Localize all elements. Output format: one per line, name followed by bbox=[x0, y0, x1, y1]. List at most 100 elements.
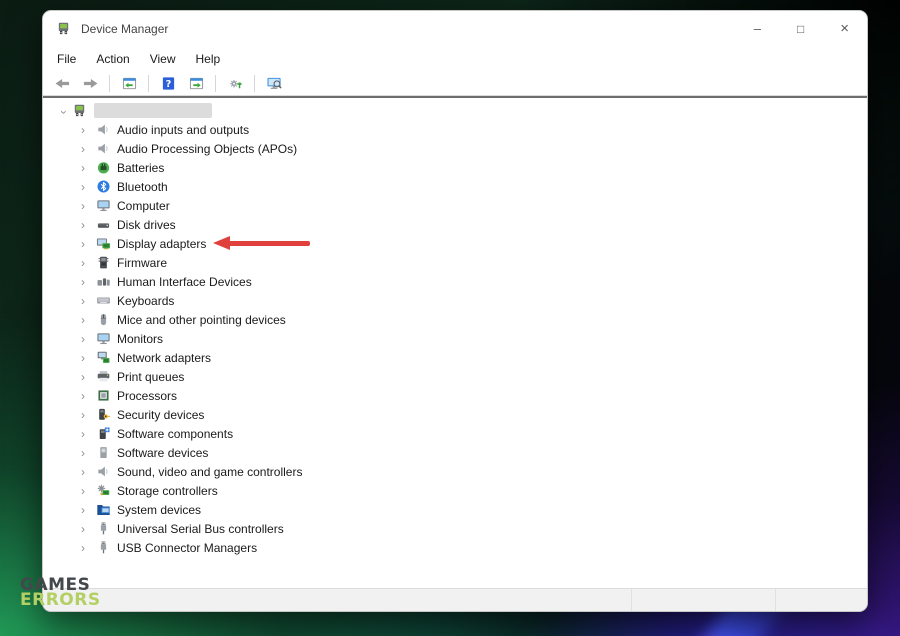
toolbar: ? bbox=[43, 71, 867, 95]
expand-chevron-icon[interactable]: › bbox=[81, 295, 95, 307]
system-icon bbox=[95, 502, 111, 518]
tree-item-software-components[interactable]: › Software components bbox=[43, 424, 867, 443]
speaker-icon bbox=[95, 464, 111, 480]
security-icon bbox=[95, 407, 111, 423]
tree-item-label: System devices bbox=[117, 502, 202, 517]
tree-item-processors[interactable]: › Processors bbox=[43, 386, 867, 405]
expand-chevron-icon[interactable]: › bbox=[81, 314, 95, 326]
expand-chevron-icon[interactable]: › bbox=[81, 181, 95, 193]
tree-item-label: Universal Serial Bus controllers bbox=[117, 521, 284, 536]
scan-gear-button[interactable] bbox=[222, 73, 248, 94]
tree-item-system-devices[interactable]: › System devices bbox=[43, 500, 867, 519]
toolbar-separator bbox=[254, 74, 255, 92]
tree-item-print-queues[interactable]: › Print queues bbox=[43, 367, 867, 386]
properties-button[interactable] bbox=[183, 73, 209, 94]
expand-chevron-icon[interactable]: › bbox=[81, 504, 95, 516]
tree-item-label: Audio inputs and outputs bbox=[117, 122, 250, 137]
expand-chevron-icon[interactable]: › bbox=[81, 162, 95, 174]
network-icon bbox=[95, 350, 111, 366]
redacted-computer-name bbox=[94, 103, 212, 118]
back-button[interactable] bbox=[49, 73, 75, 94]
tree-item-network-adapters[interactable]: › Network adapters bbox=[43, 348, 867, 367]
tree-item-label: Computer bbox=[117, 198, 170, 213]
device-tree: › › Audio inputs and outputs › Audio Proces… bbox=[43, 98, 867, 588]
tree-item-label: Print queues bbox=[117, 369, 185, 384]
collapse-chevron-icon[interactable]: › bbox=[57, 105, 71, 119]
tree-item-human-interface-devices[interactable]: › Human Interface Devices bbox=[43, 272, 867, 291]
toolbar-separator bbox=[109, 74, 110, 92]
firmware-icon bbox=[95, 255, 111, 271]
expand-chevron-icon[interactable]: › bbox=[81, 219, 95, 231]
tree-item-firmware[interactable]: › Firmware bbox=[43, 253, 867, 272]
maximize-button[interactable]: □ bbox=[797, 23, 804, 35]
expand-chevron-icon[interactable]: › bbox=[81, 143, 95, 155]
tree-item-label: Mice and other pointing devices bbox=[117, 312, 286, 327]
watermark: GAMES ERRORS bbox=[20, 577, 101, 609]
tree-item-label: Keyboards bbox=[117, 293, 175, 308]
tree-item-label: Software devices bbox=[117, 445, 209, 460]
usb-icon bbox=[95, 521, 111, 537]
window-title: Device Manager bbox=[81, 21, 169, 36]
expand-chevron-icon[interactable]: › bbox=[81, 542, 95, 554]
expand-chevron-icon[interactable]: › bbox=[81, 409, 95, 421]
expand-chevron-icon[interactable]: › bbox=[81, 466, 95, 478]
tree-item-bluetooth[interactable]: › Bluetooth bbox=[43, 177, 867, 196]
close-button[interactable]: × bbox=[840, 21, 849, 36]
tree-item-security-devices[interactable]: › Security devices bbox=[43, 405, 867, 424]
expand-chevron-icon[interactable]: › bbox=[81, 333, 95, 345]
tree-item-label: USB Connector Managers bbox=[117, 540, 258, 555]
tree-item-label: Firmware bbox=[117, 255, 167, 270]
expand-chevron-icon[interactable]: › bbox=[81, 428, 95, 440]
console-tree-button[interactable] bbox=[116, 73, 142, 94]
tree-item-disk-drives[interactable]: › Disk drives bbox=[43, 215, 867, 234]
expand-chevron-icon[interactable]: › bbox=[81, 485, 95, 497]
tree-item-batteries[interactable]: › Batteries bbox=[43, 158, 867, 177]
usb-icon bbox=[95, 540, 111, 556]
tree-item-usb-connector-managers[interactable]: › USB Connector Managers bbox=[43, 538, 867, 557]
tree-item-audio-processing-objects-apos[interactable]: › Audio Processing Objects (APOs) bbox=[43, 139, 867, 158]
expand-chevron-icon[interactable]: › bbox=[81, 276, 95, 288]
status-bar-section bbox=[43, 589, 631, 611]
toolbar-separator bbox=[215, 74, 216, 92]
expand-chevron-icon[interactable]: › bbox=[81, 371, 95, 383]
tree-item-display-adapters[interactable]: › Display adapters bbox=[43, 234, 867, 253]
expand-chevron-icon[interactable]: › bbox=[81, 447, 95, 459]
toolbar-separator bbox=[148, 74, 149, 92]
tree-item-computer[interactable]: › Computer bbox=[43, 196, 867, 215]
tree-item-monitors[interactable]: › Monitors bbox=[43, 329, 867, 348]
scan-monitor-button[interactable] bbox=[261, 73, 287, 94]
help-button[interactable]: ? bbox=[155, 73, 181, 94]
device-manager-icon bbox=[56, 21, 72, 37]
expand-chevron-icon[interactable]: › bbox=[81, 390, 95, 402]
menu-file[interactable]: File bbox=[47, 49, 86, 69]
tree-item-universal-serial-bus-controllers[interactable]: › Universal Serial Bus controllers bbox=[43, 519, 867, 538]
software-component-icon bbox=[95, 426, 111, 442]
expand-chevron-icon[interactable]: › bbox=[81, 523, 95, 535]
expand-chevron-icon[interactable]: › bbox=[81, 200, 95, 212]
menu-help[interactable]: Help bbox=[186, 49, 231, 69]
tree-item-mice-and-other-pointing-devices[interactable]: › Mice and other pointing devices bbox=[43, 310, 867, 329]
expand-chevron-icon[interactable]: › bbox=[81, 124, 95, 136]
expand-chevron-icon[interactable]: › bbox=[81, 257, 95, 269]
status-bar-section bbox=[631, 589, 775, 611]
tree-item-label: Network adapters bbox=[117, 350, 212, 365]
menu-action[interactable]: Action bbox=[86, 49, 139, 69]
tree-item-software-devices[interactable]: › Software devices bbox=[43, 443, 867, 462]
tree-item-label: Audio Processing Objects (APOs) bbox=[117, 141, 298, 156]
tree-items-container: › Audio inputs and outputs › Audio Processi… bbox=[43, 120, 867, 557]
menu-view[interactable]: View bbox=[140, 49, 186, 69]
tree-item-label: Processors bbox=[117, 388, 178, 403]
tree-root-node[interactable]: › bbox=[43, 101, 867, 120]
expand-chevron-icon[interactable]: › bbox=[81, 352, 95, 364]
forward-button[interactable] bbox=[77, 73, 103, 94]
tree-item-sound-video-and-game-controllers[interactable]: › Sound, video and game controllers bbox=[43, 462, 867, 481]
tree-item-keyboards[interactable]: › Keyboards bbox=[43, 291, 867, 310]
expand-chevron-icon[interactable]: › bbox=[81, 238, 95, 250]
tree-item-storage-controllers[interactable]: › Storage controllers bbox=[43, 481, 867, 500]
minimize-button[interactable]: – bbox=[754, 22, 761, 35]
red-annotation-arrow bbox=[213, 236, 310, 250]
tree-item-label: Display adapters bbox=[117, 236, 207, 251]
tree-item-audio-inputs-and-outputs[interactable]: › Audio inputs and outputs bbox=[43, 120, 867, 139]
tree-item-label: Batteries bbox=[117, 160, 165, 175]
storage-icon bbox=[95, 483, 111, 499]
